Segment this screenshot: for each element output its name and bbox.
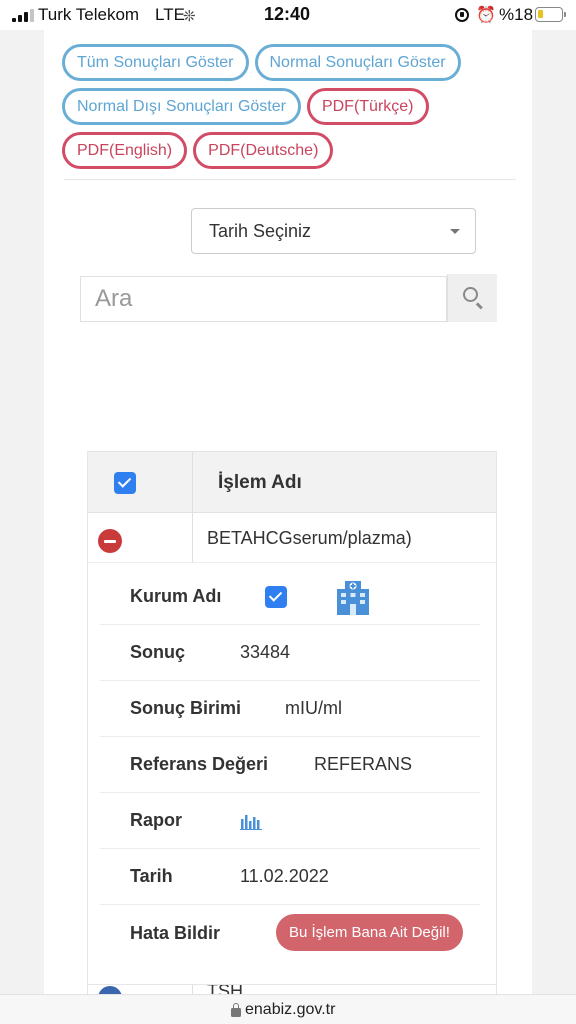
- section-divider: [64, 179, 516, 180]
- report-label: Rapor: [130, 810, 183, 830]
- show-all-results-button[interactable]: Tüm Sonuçları Göster: [62, 44, 249, 81]
- table-row: BETAHCGserum/plazma): [88, 513, 496, 563]
- url-text: enabiz.gov.tr: [245, 1001, 336, 1018]
- institution-label: Kurum Adı: [130, 586, 222, 606]
- search-icon: [463, 287, 478, 302]
- pdf-english-button[interactable]: PDF(English): [62, 132, 188, 169]
- pdf-turkish-button[interactable]: PDF(Türkçe): [306, 88, 429, 125]
- select-all-checkbox[interactable]: [114, 472, 136, 494]
- unit-label: Sonuç Birimi: [130, 698, 242, 718]
- detail-institution: Kurum Adı: [100, 569, 480, 625]
- detail-result: Sonuç 33484: [100, 625, 480, 681]
- date-label: Tarih: [130, 866, 173, 886]
- test-name: TSH: [207, 984, 243, 994]
- cellular-signal-icon: [12, 9, 34, 22]
- column-header-islem-adi: İşlem Adı: [218, 472, 302, 493]
- search-input[interactable]: Ara: [80, 276, 447, 322]
- result-label: Sonuç: [130, 642, 186, 662]
- battery-percentage: %18: [499, 5, 534, 24]
- detail-unit: Sonuç Birimi mIU/ml: [100, 681, 480, 737]
- detail-reference: Referans Değeri REFERANS: [100, 737, 480, 793]
- pdf-german-button[interactable]: PDF(Deutsche): [193, 132, 334, 169]
- alarm-clock-icon: ⏰: [476, 7, 496, 24]
- search-button[interactable]: [447, 274, 497, 322]
- hospital-building-icon[interactable]: [334, 579, 372, 615]
- filter-button-group: Tüm Sonuçları Göster Normal Sonuçları Gö…: [62, 44, 502, 169]
- chevron-down-icon: [450, 229, 460, 234]
- minus-circle-icon[interactable]: [98, 529, 122, 553]
- battery-icon: [535, 7, 566, 22]
- result-value: 33484: [240, 642, 291, 662]
- loading-spinner-icon: ❊: [183, 8, 196, 25]
- test-name: BETAHCGserum/plazma): [207, 528, 412, 548]
- detail-error-report: Hata Bildir Bu İşlem Bana Ait Değil!: [100, 905, 480, 961]
- results-table: İşlem Adı BETAHCGserum/plazma) Kurum Adı: [87, 451, 497, 994]
- unit-value: mIU/ml: [285, 698, 342, 718]
- table-header: İşlem Adı: [88, 451, 496, 513]
- reference-label: Referans Değeri: [130, 754, 269, 774]
- plus-circle-icon[interactable]: [98, 986, 122, 994]
- table-row[interactable]: TSH: [88, 984, 496, 994]
- date-value: 11.02.2022: [240, 866, 329, 886]
- results-page: Tüm Sonuçları Göster Normal Sonuçları Gö…: [44, 30, 532, 994]
- date-select[interactable]: Tarih Seçiniz: [191, 208, 476, 254]
- reference-value: REFERANS: [314, 754, 413, 774]
- detail-report: Rapor: [100, 793, 480, 849]
- detail-date: Tarih 11.02.2022: [100, 849, 480, 905]
- carrier-name: Turk Telekom: [38, 5, 140, 24]
- date-select-value: Tarih Seçiniz: [209, 220, 312, 241]
- not-my-procedure-button[interactable]: Bu İşlem Bana Ait Değil!: [276, 914, 463, 951]
- clock-time: 12:40: [264, 4, 311, 24]
- browser-url-bar[interactable]: enabiz.gov.tr: [0, 994, 576, 1024]
- bar-chart-icon[interactable]: [240, 812, 262, 830]
- error-report-label: Hata Bildir: [130, 922, 221, 943]
- show-abnormal-results-button[interactable]: Normal Dışı Sonuçları Göster: [62, 88, 301, 125]
- orientation-lock-icon: [455, 8, 469, 22]
- padlock-icon: [231, 1002, 241, 1017]
- status-bar: Turk Telekom LTE ❊ 12:40 ⏰ %18: [0, 0, 576, 30]
- search-placeholder: Ara: [95, 285, 133, 312]
- show-normal-results-button[interactable]: Normal Sonuçları Göster: [254, 44, 461, 81]
- institution-checkbox[interactable]: [265, 586, 287, 608]
- network-type: LTE: [155, 5, 185, 24]
